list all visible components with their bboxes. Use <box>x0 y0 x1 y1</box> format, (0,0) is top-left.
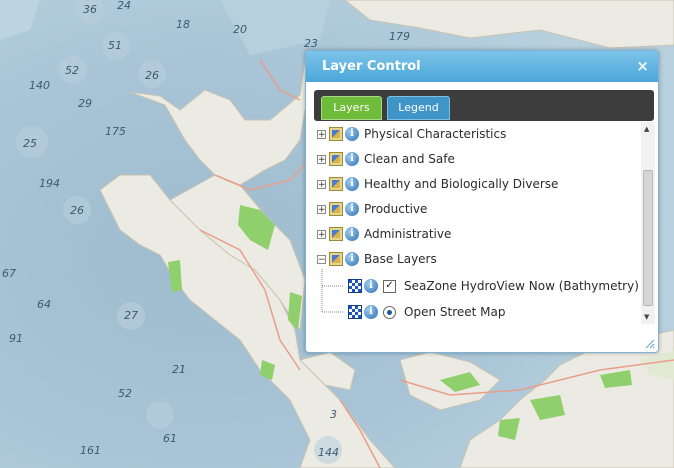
layer-item-open-street-map[interactable]: i Open Street Map <box>348 302 505 322</box>
scroll-down-arrow-icon[interactable]: ▼ <box>644 313 649 321</box>
depth-label: 51 <box>108 39 122 52</box>
tab-legend[interactable]: Legend <box>387 96 450 120</box>
layer-control-title: Layer Control <box>322 59 421 74</box>
depth-label: 26 <box>70 204 84 217</box>
depth-label: 52 <box>118 387 132 400</box>
layer-tree: + i Physical Characteristics + i Clean a… <box>314 122 643 322</box>
depth-label: 25 <box>23 137 37 150</box>
layer-group-label: Base Layers <box>364 252 437 266</box>
scrollbar-thumb[interactable] <box>643 170 653 306</box>
depth-label: 24 <box>117 0 131 12</box>
depth-label: 194 <box>39 177 60 190</box>
depth-label: 144 <box>318 446 339 459</box>
layer-item-label: Open Street Map <box>404 305 506 319</box>
depth-label: 20 <box>233 23 247 36</box>
layer-control-titlebar[interactable]: Layer Control × <box>306 51 658 82</box>
vertical-scrollbar[interactable]: ▲ ▼ <box>641 122 655 324</box>
depth-label: 27 <box>124 309 138 322</box>
depth-label: 26 <box>145 69 159 82</box>
osm-layer-icon <box>348 305 362 319</box>
depth-label: 175 <box>105 125 126 138</box>
depth-label: 18 <box>176 18 190 31</box>
layer-checkbox[interactable]: ✓ <box>383 279 396 293</box>
layer-item-label: SeaZone HydroView Now (Bathymetry) <box>404 279 639 293</box>
depth-label: 140 <box>29 79 50 92</box>
depth-label: 67 <box>2 267 16 280</box>
depth-label: 64 <box>37 298 51 311</box>
info-icon[interactable]: i <box>364 279 378 293</box>
resize-handle-icon[interactable] <box>645 339 655 349</box>
close-icon[interactable]: × <box>636 51 649 82</box>
depth-label: 29 <box>78 97 92 110</box>
depth-label: 3 <box>330 408 337 421</box>
bathymetry-layer-icon <box>348 279 362 293</box>
layer-radio[interactable] <box>383 305 396 319</box>
depth-label: 179 <box>389 30 410 43</box>
tab-layers[interactable]: Layers <box>321 96 382 120</box>
scroll-up-arrow-icon[interactable]: ▲ <box>644 125 649 133</box>
info-icon[interactable]: i <box>364 305 378 319</box>
depth-label: 23 <box>304 37 318 50</box>
depth-label: 91 <box>9 332 23 345</box>
depth-label: 61 <box>163 432 177 445</box>
tab-bar: Layers Legend <box>314 90 654 121</box>
layer-group-label: Physical Characteristics <box>364 127 507 141</box>
depth-label: 52 <box>65 64 79 77</box>
layer-group-label: Clean and Safe <box>364 152 455 166</box>
depth-label: 36 <box>83 3 97 16</box>
layer-group-label: Administrative <box>364 227 452 241</box>
depth-label: 161 <box>80 444 101 457</box>
depth-label: 21 <box>172 363 186 376</box>
layer-group-label: Healthy and Biologically Diverse <box>364 177 559 191</box>
layer-item-seazone-bathymetry[interactable]: i ✓ SeaZone HydroView Now (Bathymetry) <box>348 276 639 296</box>
layer-control-panel: Layer Control × Layers Legend + i Physic… <box>305 50 659 353</box>
